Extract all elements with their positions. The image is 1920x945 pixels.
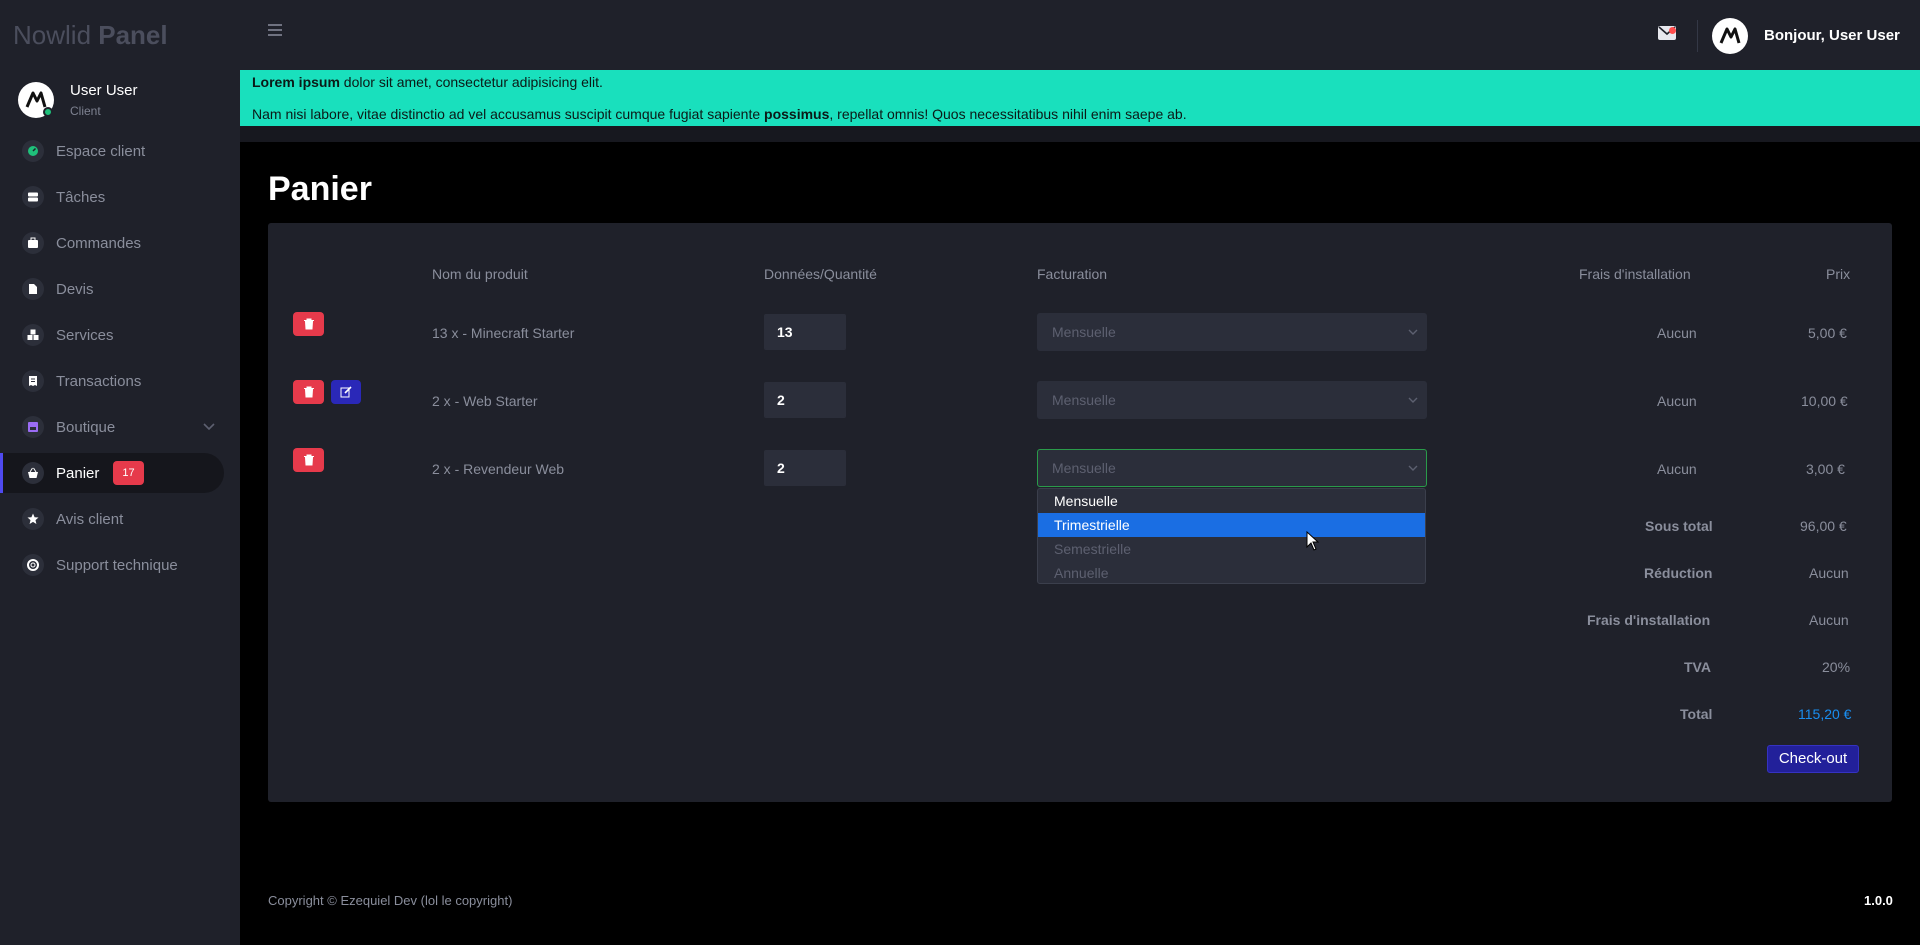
header-quantity: Données/Quantité: [764, 266, 877, 282]
sidebar-item-label: Espace client: [56, 142, 146, 160]
notice-line-1: Lorem ipsum dolor sit amet, consectetur …: [252, 74, 603, 90]
header-billing: Facturation: [1037, 266, 1108, 282]
setup-fee: Aucun: [1657, 325, 1697, 341]
sidebar-item-label: Avis client: [56, 510, 124, 528]
sidebar-item-commandes[interactable]: Commandes: [12, 223, 222, 263]
setup-fee: Aucun: [1657, 393, 1697, 409]
subtotal-label: Sous total: [1645, 518, 1713, 534]
billing-select[interactable]: Mensuelle: [1037, 313, 1427, 351]
chevron-down-icon: [1408, 329, 1418, 335]
online-status-dot: [43, 107, 53, 117]
subtotal-value: 96,00 €: [1800, 518, 1847, 534]
dropdown-option-annuelle[interactable]: Annuelle: [1038, 561, 1425, 585]
server-icon: [22, 186, 44, 208]
user-role: Client: [70, 104, 101, 118]
sidebar-item-panier[interactable]: Panier 17: [0, 453, 224, 493]
sidebar-item-avis-client[interactable]: Avis client: [12, 499, 222, 539]
total-label: Total: [1680, 706, 1713, 722]
receipt-icon: [22, 370, 44, 392]
user-name: User User: [70, 82, 138, 99]
sidebar-item-label: Boutique: [56, 418, 116, 436]
sidebar-item-label: Devis: [56, 280, 94, 298]
delete-item-button[interactable]: [293, 380, 324, 404]
user-greeting[interactable]: Bonjour, User User: [1764, 27, 1900, 44]
sidebar-item-espace-client[interactable]: Espace client: [12, 131, 222, 171]
trash-icon: [303, 454, 314, 466]
notice-line-2: Nam nisi labore, vitae distinctio ad vel…: [252, 106, 1187, 122]
billing-select[interactable]: Mensuelle: [1037, 449, 1427, 487]
delete-item-button[interactable]: [293, 312, 324, 336]
briefcase-icon: [22, 232, 44, 254]
item-price: 5,00 €: [1808, 325, 1847, 341]
footer-copyright: Copyright © Ezequiel Dev (lol le copyrig…: [268, 893, 513, 908]
mouse-cursor-icon: [1306, 531, 1320, 551]
sidebar-item-support-technique[interactable]: Support technique: [12, 545, 222, 585]
checkout-button[interactable]: Check-out: [1767, 745, 1859, 773]
topbar-avatar[interactable]: [1712, 18, 1748, 54]
edit-icon: [340, 386, 352, 398]
sidebar-item-taches[interactable]: Tâches: [12, 177, 222, 217]
setup-fee-label: Frais d'installation: [1587, 612, 1711, 628]
star-icon: [22, 508, 44, 530]
sidebar-item-boutique[interactable]: Boutique: [12, 407, 222, 447]
quantity-input[interactable]: 2: [764, 382, 846, 418]
notice-banner: Lorem ipsum dolor sit amet, consectetur …: [240, 70, 1920, 126]
discount-label: Réduction: [1644, 565, 1713, 581]
tax-label: TVA: [1684, 659, 1711, 675]
banner-spacer: [240, 126, 1920, 142]
user-profile[interactable]: User User Client: [18, 82, 228, 120]
item-price: 10,00 €: [1801, 393, 1848, 409]
product-name: 2 x - Web Starter: [432, 393, 538, 409]
trash-icon: [303, 386, 314, 398]
sidebar-item-label: Panier: [56, 464, 100, 482]
store-icon: [22, 416, 44, 438]
sidebar-item-label: Support technique: [56, 556, 178, 574]
brand-logo[interactable]: Nowlid Panel: [13, 20, 168, 51]
setup-fee-value: Aucun: [1809, 612, 1849, 628]
header-price: Prix: [1826, 266, 1851, 282]
product-name: 13 x - Minecraft Starter: [432, 325, 575, 341]
menu-toggle-icon[interactable]: [268, 24, 282, 36]
chevron-down-icon[interactable]: [202, 419, 216, 433]
sidebar-item-devis[interactable]: Devis: [12, 269, 222, 309]
quantity-input[interactable]: 13: [764, 314, 846, 350]
lifebuoy-icon: [22, 554, 44, 576]
product-name: 2 x - Revendeur Web: [432, 461, 565, 477]
cart-count-badge: 17: [113, 461, 144, 485]
header-product: Nom du produit: [432, 266, 528, 282]
sidebar-item-label: Services: [56, 326, 114, 344]
topbar-divider: [1697, 20, 1698, 52]
item-price: 3,00 €: [1806, 461, 1845, 477]
notification-dot: [1669, 27, 1676, 34]
footer-version: 1.0.0: [1864, 893, 1893, 908]
dropdown-option-semestrielle[interactable]: Semestrielle: [1038, 537, 1425, 561]
chevron-down-icon: [1408, 465, 1418, 471]
cubes-icon: [22, 324, 44, 346]
quantity-input[interactable]: 2: [764, 450, 846, 486]
setup-fee: Aucun: [1657, 461, 1697, 477]
sidebar-item-transactions[interactable]: Transactions: [12, 361, 222, 401]
basket-icon: [22, 462, 44, 484]
header-setup-fee: Frais d'installation: [1579, 266, 1691, 282]
nowlid-logo-icon: [1719, 27, 1741, 44]
sidebar-item-services[interactable]: Services: [12, 315, 222, 355]
dashboard-icon: [22, 140, 44, 162]
dropdown-option-trimestrielle[interactable]: Trimestrielle: [1038, 513, 1425, 537]
tax-value: 20%: [1822, 659, 1851, 675]
total-value: 115,20 €: [1798, 706, 1852, 722]
sidebar-item-label: Transactions: [56, 372, 142, 390]
trash-icon: [303, 318, 314, 330]
discount-value: Aucun: [1809, 565, 1849, 581]
sidebar: Nowlid Panel User User Client Espace cli…: [0, 0, 240, 945]
file-icon: [22, 278, 44, 300]
billing-dropdown-menu: Mensuelle Trimestrielle Semestrielle Ann…: [1037, 488, 1426, 584]
sidebar-item-label: Tâches: [56, 188, 106, 206]
billing-select[interactable]: Mensuelle: [1037, 381, 1427, 419]
edit-item-button[interactable]: [331, 380, 361, 404]
page-title: Panier: [268, 170, 372, 208]
chevron-down-icon: [1408, 397, 1418, 403]
delete-item-button[interactable]: [293, 448, 324, 472]
dropdown-option-mensuelle[interactable]: Mensuelle: [1038, 489, 1425, 513]
sidebar-item-label: Commandes: [56, 234, 142, 252]
